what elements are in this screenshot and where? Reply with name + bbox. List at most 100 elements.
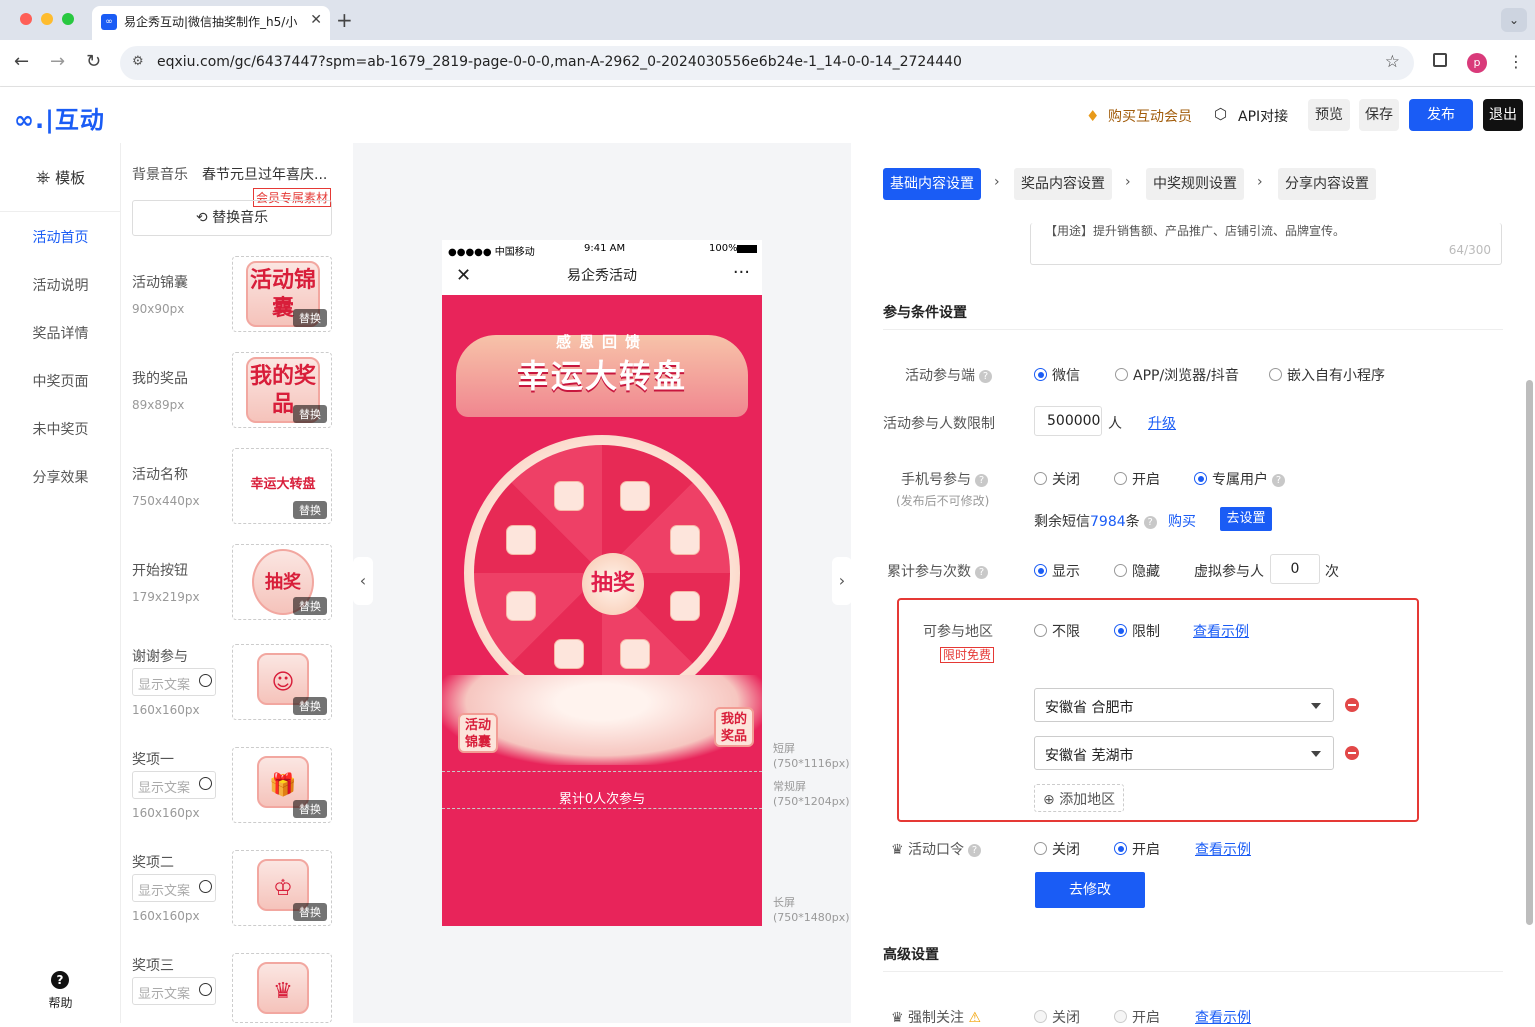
side-panel-icon[interactable] bbox=[1433, 53, 1447, 67]
publish-button[interactable]: 发布 bbox=[1409, 99, 1473, 131]
site-info-icon[interactable]: ⚙ bbox=[132, 54, 144, 69]
palette-icon[interactable] bbox=[199, 777, 212, 790]
logo[interactable]: ∞.|互动 bbox=[14, 100, 105, 135]
tips-button[interactable]: 活动锦囊 bbox=[458, 713, 498, 753]
phone-off-radio[interactable]: 关闭 bbox=[1034, 469, 1080, 489]
platform-app-radio[interactable]: APP/浏览器/抖音 bbox=[1115, 365, 1239, 385]
region-unlimited-radio[interactable]: 不限 bbox=[1034, 621, 1080, 641]
more-icon[interactable]: ··· bbox=[733, 255, 750, 291]
password-off-radio[interactable]: 关闭 bbox=[1034, 839, 1080, 859]
platform-wechat-radio[interactable]: 微信 bbox=[1034, 365, 1080, 385]
display-text-input[interactable]: 显示文案 bbox=[132, 771, 216, 799]
template-nav[interactable]: ⎈ 模板 bbox=[0, 167, 121, 188]
nav-item-home[interactable]: 活动首页 bbox=[0, 227, 121, 247]
display-text-input[interactable]: 显示文案 bbox=[132, 977, 216, 1005]
step-share[interactable]: 分享内容设置 bbox=[1278, 168, 1376, 200]
region-select[interactable]: 安徽省 芜湖市 bbox=[1034, 736, 1334, 770]
save-button[interactable]: 保存 bbox=[1359, 99, 1399, 131]
forward-icon[interactable]: → bbox=[50, 51, 65, 72]
close-window-button[interactable] bbox=[20, 13, 32, 25]
phone-on-radio[interactable]: 开启 bbox=[1114, 469, 1160, 489]
nav-item-share[interactable]: 分享效果 bbox=[0, 467, 121, 487]
palette-icon[interactable] bbox=[199, 983, 212, 996]
password-on-radio[interactable]: 开启 bbox=[1114, 839, 1160, 859]
replace-button[interactable]: 替换 bbox=[293, 903, 327, 921]
replace-button[interactable]: 替换 bbox=[293, 697, 327, 715]
phone-exclusive-radio[interactable]: 专属用户? bbox=[1194, 469, 1285, 489]
asset-thumb-my-prize[interactable]: 我的奖品 替换 bbox=[232, 352, 332, 428]
asset-thumb-thanks[interactable]: ☺ 替换 bbox=[232, 644, 332, 720]
asset-thumb-prize-1[interactable]: 🎁 替换 bbox=[232, 747, 332, 823]
help-circle-icon[interactable]: ? bbox=[1272, 474, 1285, 487]
cumulative-show-radio[interactable]: 显示 bbox=[1034, 561, 1080, 581]
address-bar[interactable]: ⚙ eqxiu.com/gc/6437447?spm=ab-1679_2819-… bbox=[120, 46, 1414, 80]
remove-region-icon[interactable] bbox=[1345, 698, 1359, 712]
display-text-input[interactable]: 显示文案 bbox=[132, 668, 216, 696]
browser-tab[interactable]: ∞ 易企秀互动|微信抽奖制作_h5/小 ✕ bbox=[92, 6, 330, 40]
reload-icon[interactable]: ↻ bbox=[86, 51, 101, 72]
new-tab-icon[interactable]: + bbox=[336, 8, 353, 32]
nav-item-lose-page[interactable]: 未中奖页 bbox=[0, 419, 121, 439]
browser-menu-icon[interactable]: ⋮ bbox=[1508, 52, 1524, 71]
asset-thumb-name[interactable]: 幸运大转盘 替换 bbox=[232, 448, 332, 524]
my-prize-button[interactable]: 我的奖品 bbox=[714, 707, 754, 747]
replace-button[interactable]: 替换 bbox=[293, 800, 327, 818]
step-basic[interactable]: 基础内容设置 bbox=[883, 168, 981, 200]
help-circle-icon[interactable]: ? bbox=[979, 370, 992, 383]
replace-button[interactable]: 替换 bbox=[293, 405, 327, 423]
scrollbar[interactable] bbox=[1526, 380, 1533, 925]
nav-item-description[interactable]: 活动说明 bbox=[0, 275, 121, 295]
replace-button[interactable]: 替换 bbox=[293, 501, 327, 519]
nav-item-prize-detail[interactable]: 奖品详情 bbox=[0, 323, 121, 343]
exit-button[interactable]: 退出 bbox=[1483, 99, 1523, 131]
help-circle-icon[interactable]: ? bbox=[1143, 516, 1157, 529]
bookmark-star-icon[interactable]: ☆ bbox=[1385, 52, 1400, 72]
zoom-window-button[interactable] bbox=[62, 13, 74, 25]
follow-example-link[interactable]: 查看示例 bbox=[1195, 1007, 1251, 1027]
virtual-input[interactable]: 0 bbox=[1270, 554, 1320, 584]
palette-icon[interactable] bbox=[199, 674, 212, 687]
buy-vip-link[interactable]: 购买互动会员 bbox=[1108, 106, 1192, 126]
modify-button[interactable]: 去修改 bbox=[1035, 872, 1145, 908]
password-example-link[interactable]: 查看示例 bbox=[1195, 839, 1251, 859]
asset-thumb-prize-3[interactable]: ♛ bbox=[232, 953, 332, 1023]
region-select[interactable]: 安徽省 合肥市 bbox=[1034, 688, 1334, 722]
cumulative-hide-radio[interactable]: 隐藏 bbox=[1114, 561, 1160, 581]
buy-sms-link[interactable]: 购买 bbox=[1168, 511, 1196, 531]
api-link[interactable]: API对接 bbox=[1238, 106, 1288, 126]
prize-wheel[interactable]: 抽奖 bbox=[464, 435, 740, 711]
profile-avatar[interactable]: p bbox=[1467, 53, 1487, 73]
preview-button[interactable]: 预览 bbox=[1308, 99, 1350, 131]
replace-button[interactable]: 替换 bbox=[293, 597, 327, 615]
replace-music-button[interactable]: ⟲ 替换音乐 bbox=[132, 200, 332, 236]
platform-miniprogram-radio[interactable]: 嵌入自有小程序 bbox=[1269, 365, 1385, 385]
step-prize[interactable]: 奖品内容设置 bbox=[1014, 168, 1112, 200]
asset-thumb-tips[interactable]: 活动锦囊 替换 bbox=[232, 256, 332, 332]
follow-on-radio[interactable]: 开启 bbox=[1114, 1007, 1160, 1027]
collapse-right-icon[interactable]: › bbox=[832, 557, 852, 605]
step-rules[interactable]: 中奖规则设置 bbox=[1146, 168, 1244, 200]
go-setting-button[interactable]: 去设置 bbox=[1220, 507, 1272, 531]
nav-item-win-page[interactable]: 中奖页面 bbox=[0, 371, 121, 391]
help-circle-icon[interactable]: ? bbox=[968, 844, 982, 857]
limit-input[interactable]: 500000 bbox=[1034, 406, 1102, 436]
asset-thumb-prize-2[interactable]: ♔ 替换 bbox=[232, 850, 332, 926]
help-label[interactable]: 帮助 bbox=[0, 994, 121, 1011]
start-button[interactable]: 抽奖 bbox=[582, 553, 644, 615]
help-circle-icon[interactable]: ? bbox=[975, 566, 988, 579]
region-limited-radio[interactable]: 限制 bbox=[1114, 621, 1160, 641]
add-region-button[interactable]: ⊕ 添加地区 bbox=[1034, 784, 1124, 812]
help-icon[interactable]: ? bbox=[51, 971, 69, 989]
close-icon[interactable]: ✕ bbox=[456, 258, 471, 294]
asset-thumb-start[interactable]: 抽奖 替换 bbox=[232, 544, 332, 620]
tab-search-icon[interactable]: ⌄ bbox=[1501, 8, 1527, 32]
upgrade-link[interactable]: 升级 bbox=[1148, 413, 1176, 433]
description-textarea[interactable]: 【用途】提升销售额、产品推广、店铺引流、品牌宣传。 64/300 bbox=[1030, 223, 1502, 265]
display-text-input[interactable]: 显示文案 bbox=[132, 874, 216, 902]
back-icon[interactable]: ← bbox=[14, 51, 29, 72]
minimize-window-button[interactable] bbox=[41, 13, 53, 25]
remove-region-icon[interactable] bbox=[1345, 746, 1359, 760]
close-tab-icon[interactable]: ✕ bbox=[310, 12, 322, 28]
region-example-link[interactable]: 查看示例 bbox=[1193, 621, 1249, 641]
palette-icon[interactable] bbox=[199, 880, 212, 893]
